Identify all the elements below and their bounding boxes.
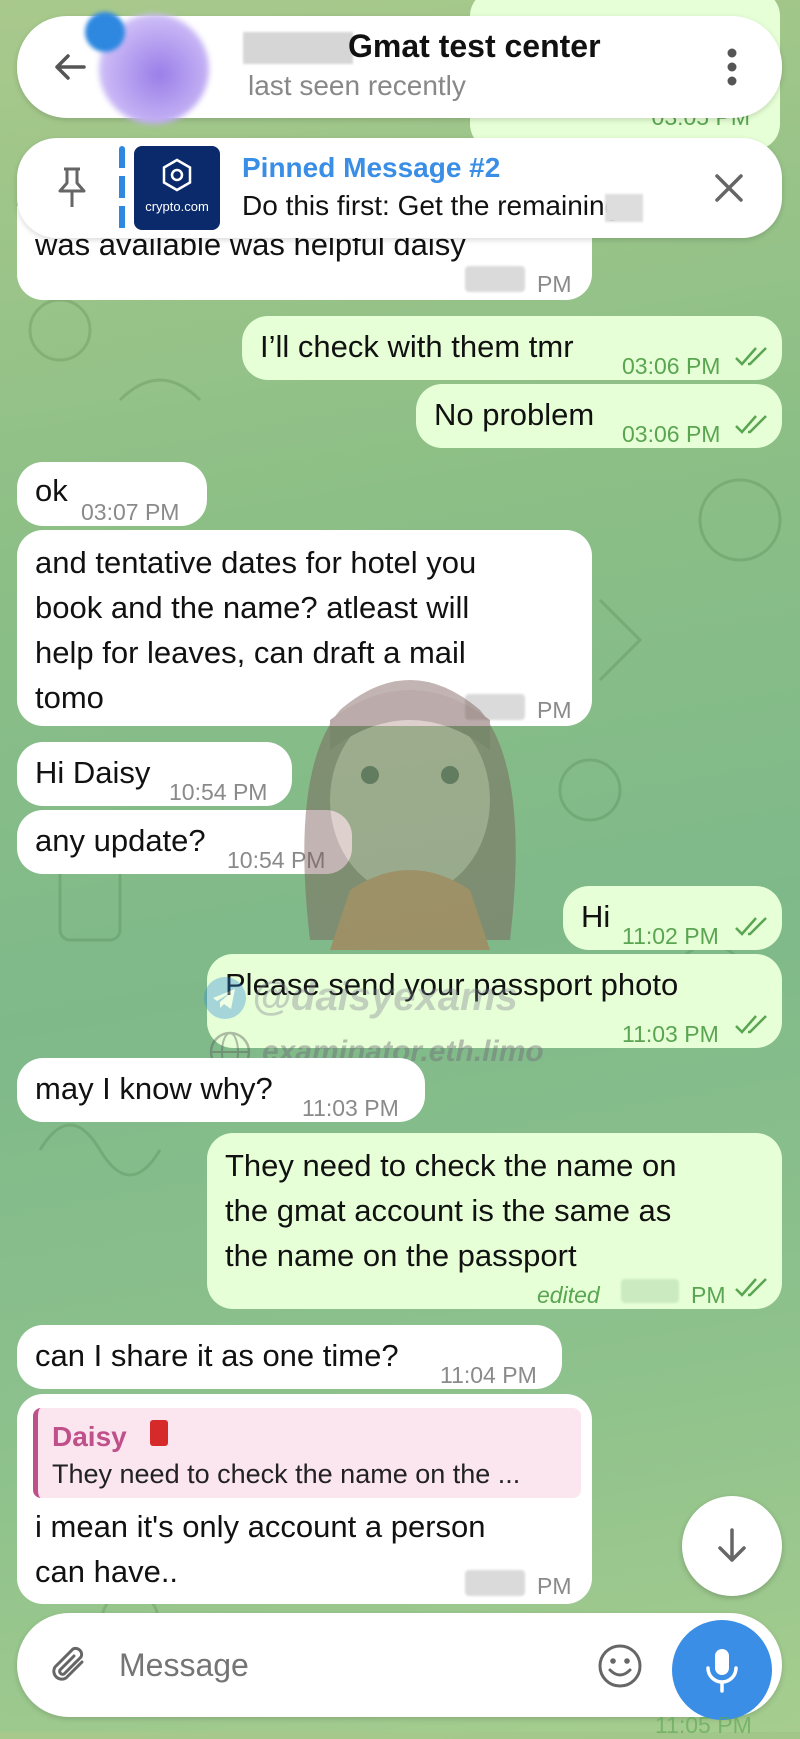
back-arrow-icon[interactable] xyxy=(45,42,95,92)
edited-label: edited xyxy=(537,1282,600,1308)
message-incoming[interactable]: may I know why? 11:03 PM xyxy=(17,1058,425,1122)
message-text-line: the gmat account is the same as xyxy=(225,1193,672,1228)
contact-status: last seen recently xyxy=(248,70,466,101)
red-envelope-icon xyxy=(150,1420,168,1446)
message-text: may I know why? xyxy=(35,1071,273,1106)
message-input[interactable] xyxy=(117,1639,581,1691)
reply-text: They need to check the name on the ... xyxy=(52,1459,521,1489)
message-time: 03:06 PM xyxy=(622,353,721,379)
message-text: any update? xyxy=(35,823,206,858)
pinned-text-redacted xyxy=(605,194,643,222)
more-options-icon[interactable] xyxy=(717,42,747,92)
scroll-down-button[interactable] xyxy=(682,1496,782,1596)
message-text: Hi Daisy xyxy=(35,755,151,790)
bottom-peek-time: 11:05 PM xyxy=(655,1712,752,1738)
watermark-handle: @daisyexams xyxy=(252,975,518,1019)
emoji-icon[interactable] xyxy=(595,1641,645,1691)
double-check-icon xyxy=(735,1278,767,1297)
message-time: 11:02 PM xyxy=(622,923,719,949)
arrow-down-icon xyxy=(718,1528,746,1562)
crypto-logo-icon xyxy=(162,158,192,192)
message-outgoing[interactable]: No problem 03:06 PM xyxy=(416,384,782,448)
message-text-line: book and the name? atleast will xyxy=(35,590,470,625)
message-text-line: and tentative dates for hotel you xyxy=(35,545,477,580)
reply-quote[interactable]: Daisy They need to check the name on the… xyxy=(33,1408,581,1498)
message-text-line: They need to check the name on xyxy=(225,1148,677,1183)
message-text-line: tomo xyxy=(35,680,104,715)
time-redacted xyxy=(465,266,525,292)
message-time: 11:03 PM xyxy=(622,1021,719,1047)
message-time: 11:04 PM xyxy=(440,1362,537,1388)
contact-name-redacted xyxy=(243,32,353,64)
chat-header: Gmat test center last seen recently xyxy=(17,12,782,124)
message-time: 11:03 PM xyxy=(302,1095,399,1121)
message-time: PM xyxy=(537,271,572,297)
double-check-icon xyxy=(735,415,767,434)
contact-name[interactable]: Gmat test center xyxy=(348,28,601,65)
message-text: Hi xyxy=(581,899,611,934)
message-incoming[interactable]: ok 03:07 PM xyxy=(17,462,207,526)
voice-record-button[interactable] xyxy=(672,1620,772,1720)
time-redacted xyxy=(465,1570,525,1596)
telegram-icon xyxy=(204,977,246,1019)
double-check-icon xyxy=(735,917,767,936)
pinned-thumb-label: crypto.com xyxy=(145,199,209,214)
time-redacted xyxy=(621,1279,679,1303)
double-check-icon xyxy=(735,1015,767,1034)
pinned-title: Pinned Message #2 xyxy=(242,152,501,183)
message-text-line: i mean it's only account a person xyxy=(35,1509,486,1544)
close-icon[interactable] xyxy=(707,166,751,210)
message-time: 03:07 PM xyxy=(81,499,180,525)
pinned-text: Do this first: Get the remaining xyxy=(242,190,621,221)
message-text: I’ll check with them tmr xyxy=(260,329,574,364)
pinned-message-bar[interactable]: crypto.com Pinned Message #2 Do this fir… xyxy=(17,138,782,238)
message-time: PM xyxy=(691,1282,726,1308)
pin-icon xyxy=(47,162,97,212)
double-check-icon xyxy=(735,347,767,366)
message-time: 03:06 PM xyxy=(622,421,721,447)
message-composer xyxy=(17,1613,782,1717)
pinned-thumbnail: crypto.com xyxy=(134,146,220,230)
message-text-line: the name on the passport xyxy=(225,1238,577,1273)
message-outgoing[interactable]: They need to check the name on the gmat … xyxy=(207,1133,782,1309)
message-outgoing[interactable]: Hi 11:02 PM xyxy=(563,886,782,950)
message-text-line: can have.. xyxy=(35,1554,179,1589)
attach-icon[interactable] xyxy=(43,1639,97,1693)
pinned-indicator-bar xyxy=(119,146,125,230)
avatar-badge xyxy=(85,12,125,52)
message-outgoing[interactable]: I’ll check with them tmr 03:06 PM xyxy=(242,316,782,380)
message-text: can I share it as one time? xyxy=(35,1338,399,1373)
message-time: PM xyxy=(537,1573,572,1599)
message-incoming-reply[interactable]: Daisy They need to check the name on the… xyxy=(17,1394,592,1604)
message-incoming[interactable]: can I share it as one time? 11:04 PM xyxy=(17,1325,562,1389)
microphone-icon xyxy=(706,1649,738,1693)
message-text: ok xyxy=(35,473,68,508)
message-text: No problem xyxy=(434,397,595,432)
watermark-character xyxy=(304,680,516,950)
